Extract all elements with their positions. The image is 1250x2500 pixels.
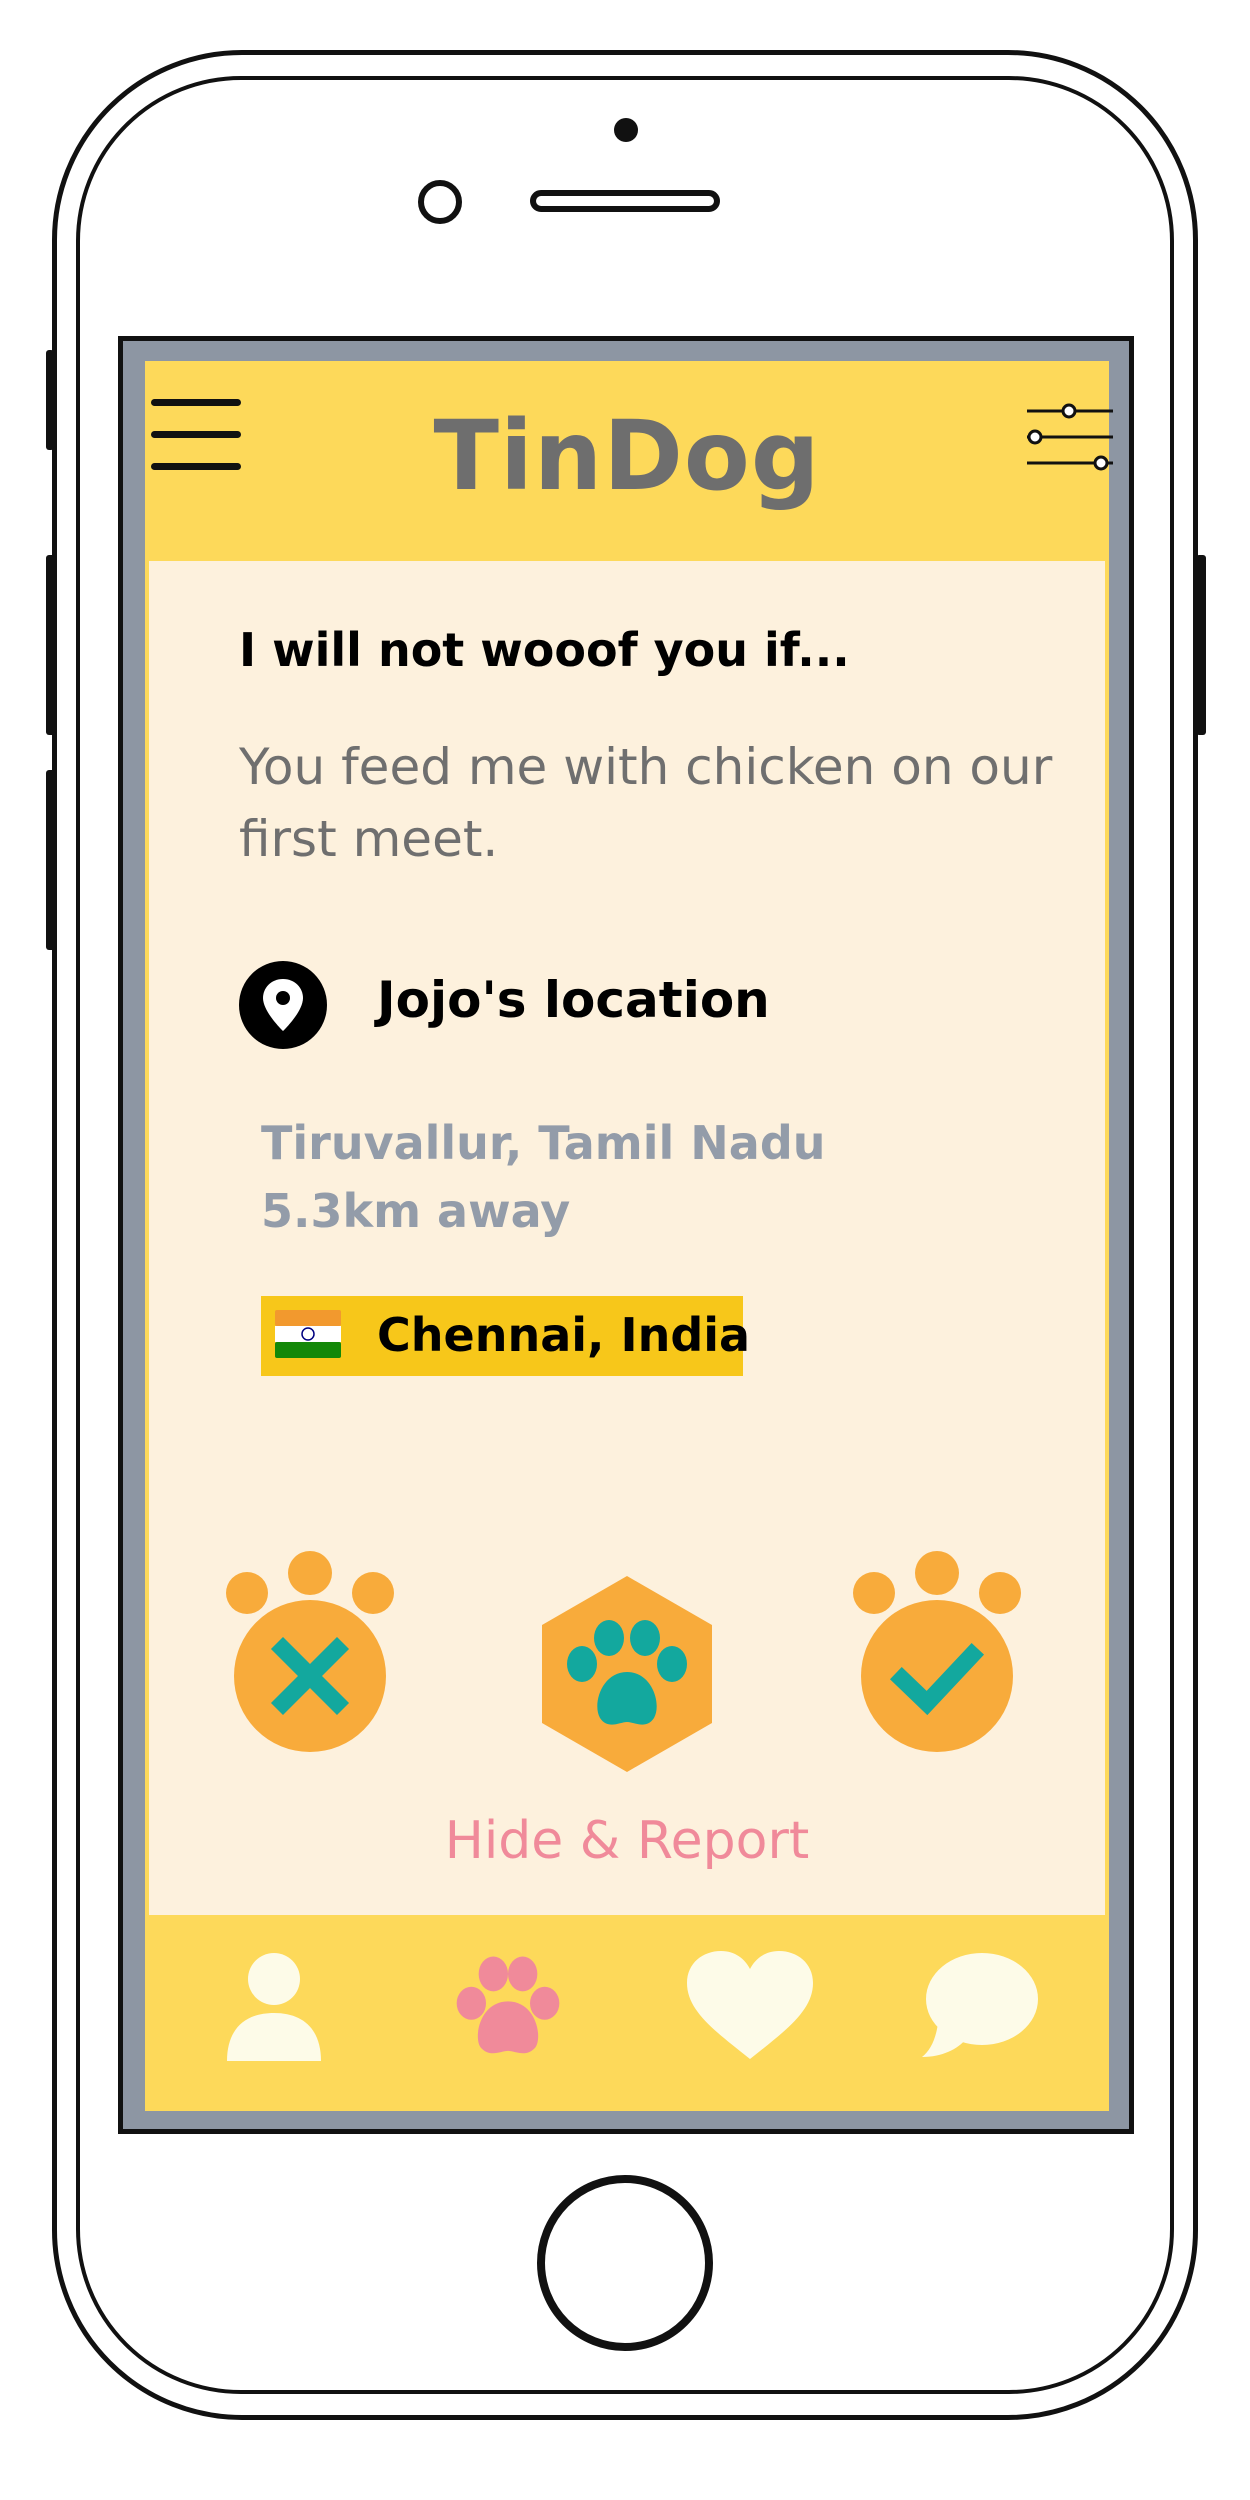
hamburger-menu-icon[interactable] xyxy=(151,399,241,471)
location-pin-icon xyxy=(239,961,327,1049)
profile-card: I will not wooof you if... You feed me w… xyxy=(149,561,1105,1915)
paw-icon[interactable] xyxy=(453,1951,563,2061)
phone-volume-up xyxy=(46,555,56,735)
paw-check-icon[interactable] xyxy=(852,1551,1022,1761)
app-container: TinDog I will not wooof you if... You fe… xyxy=(145,361,1113,2111)
prompt-title: I will not wooof you if... xyxy=(239,623,850,677)
heart-icon[interactable] xyxy=(685,1951,815,2061)
prompt-answer: You feed me with chicken on our first me… xyxy=(239,738,1053,868)
paw-x-icon[interactable] xyxy=(225,1551,395,1761)
sensor-lens xyxy=(418,180,462,224)
location-place: Tiruvallur, Tamil Nadu xyxy=(261,1116,826,1170)
hide-report-link[interactable]: Hide & Report xyxy=(149,1811,1105,1871)
location-details: Tiruvallur, Tamil Nadu 5.3km away xyxy=(261,1109,826,1245)
chat-bubble-icon[interactable] xyxy=(920,1951,1040,2061)
phone-mute-switch xyxy=(46,350,54,450)
user-icon[interactable] xyxy=(219,1951,329,2061)
city-label: Chennai, India xyxy=(377,1308,751,1362)
earpiece-speaker xyxy=(530,190,720,212)
app-header: TinDog xyxy=(145,361,1113,561)
hexagon-paw-icon[interactable] xyxy=(542,1576,712,1772)
india-flag-icon xyxy=(275,1310,341,1358)
app-title: TinDog xyxy=(433,400,821,512)
city-badge: Chennai, India xyxy=(261,1296,750,1376)
bottom-navigation xyxy=(145,1915,1109,2111)
phone-screen: TinDog I will not wooof you if... You fe… xyxy=(118,336,1134,2134)
action-buttons xyxy=(149,1551,1105,1801)
front-camera xyxy=(614,118,638,142)
home-button[interactable] xyxy=(537,2175,713,2351)
sliders-icon[interactable] xyxy=(1027,401,1113,477)
location-title: Jojo's location xyxy=(377,971,770,1029)
phone-volume-down xyxy=(46,770,56,950)
phone-power-button xyxy=(1196,555,1206,735)
location-distance: 5.3km away xyxy=(261,1184,571,1238)
